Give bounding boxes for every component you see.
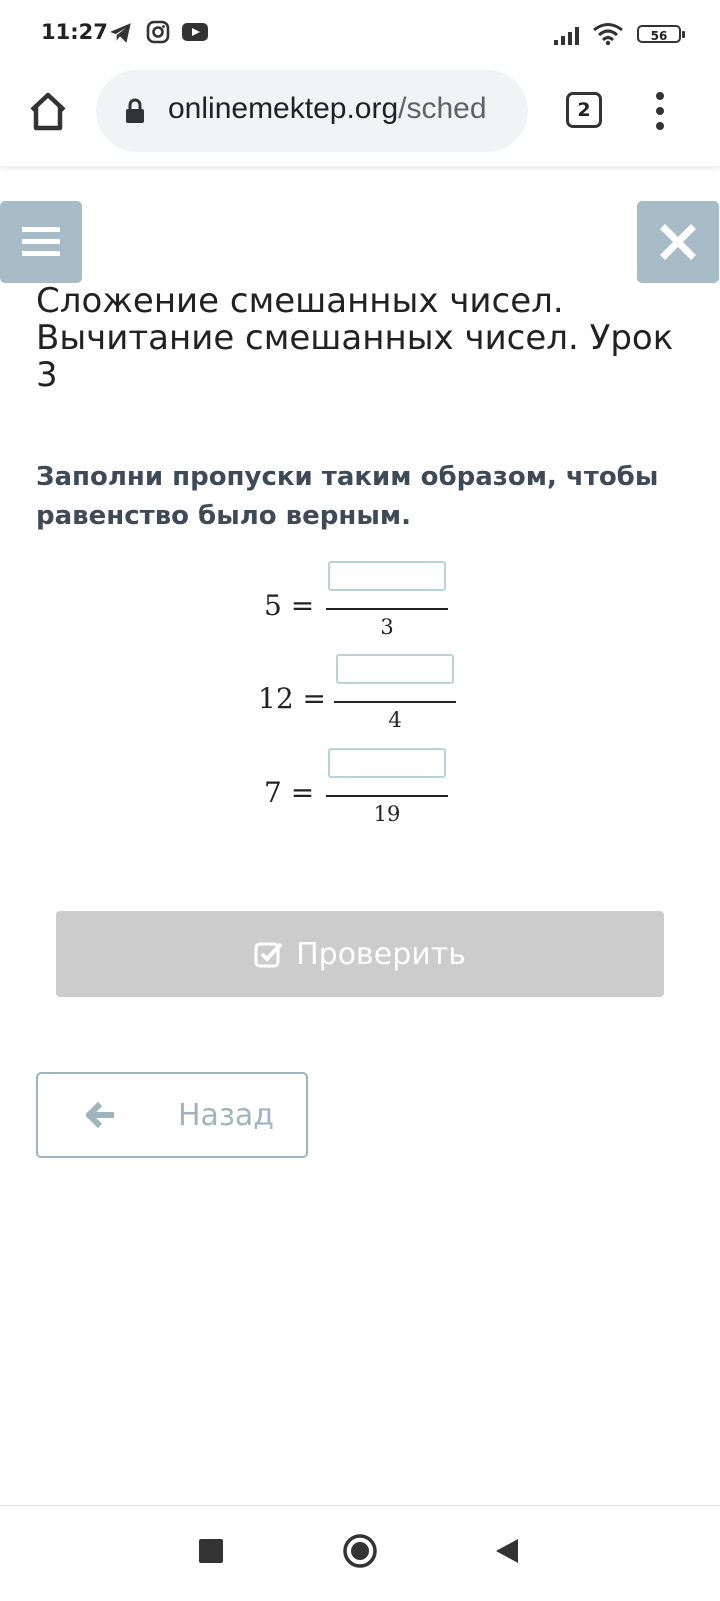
check-square-icon [254, 939, 284, 969]
numerator-input[interactable] [328, 561, 446, 591]
back-button-label: Назад [178, 1098, 275, 1133]
equation-row: 7 = 19 [258, 748, 458, 828]
fraction-bar [326, 795, 448, 797]
equation-row: 5 = 3 [258, 561, 458, 641]
status-time: 11:27 [41, 20, 108, 44]
home-nav-icon[interactable] [342, 1533, 378, 1573]
close-icon [660, 224, 696, 260]
page-title: Сложение смешанных чисел. Вычитание смеш… [36, 281, 674, 395]
tab-switcher-button[interactable]: 2 [566, 92, 602, 128]
recents-icon[interactable] [198, 1538, 224, 1568]
task-instruction: Заполни пропуски таким образом, чтобы ра… [36, 462, 659, 531]
numerator-input[interactable] [328, 748, 446, 778]
status-bar: 11:27 56 [0, 0, 720, 70]
instagram-icon [146, 20, 170, 48]
system-nav-bar [0, 1505, 720, 1601]
telegram-icon [108, 20, 134, 50]
url-text: onlinemektep.org/sched [168, 92, 487, 126]
back-button[interactable]: Назад [36, 1072, 308, 1158]
numerator-input[interactable] [336, 654, 454, 684]
url-path: /sched [398, 92, 487, 125]
signal-icon [553, 24, 583, 50]
fraction-bar [326, 608, 448, 610]
browser-toolbar: onlinemektep.org/sched 2 [0, 70, 720, 166]
equation-lhs: 5 = [264, 589, 315, 622]
denominator: 3 [380, 615, 394, 639]
check-button[interactable]: Проверить [56, 911, 664, 997]
address-bar[interactable]: onlinemektep.org/sched [96, 70, 528, 152]
check-button-label: Проверить [296, 936, 466, 972]
back-nav-icon[interactable] [494, 1537, 520, 1569]
lock-icon [124, 98, 146, 128]
wifi-icon [592, 22, 624, 50]
youtube-icon [181, 20, 209, 48]
denominator: 4 [388, 708, 402, 732]
url-domain: onlinemektep.org [168, 92, 399, 125]
battery-icon: 56 [637, 25, 685, 43]
equation-lhs: 12 = [258, 682, 326, 715]
fraction-bar [334, 701, 456, 703]
home-icon[interactable] [24, 88, 72, 136]
close-button[interactable] [637, 201, 719, 283]
equation-row: 12 = 4 [252, 654, 462, 734]
equation-lhs: 7 = [264, 776, 315, 809]
arrow-left-icon [84, 1100, 116, 1134]
denominator: 19 [373, 802, 401, 826]
menu-toggle-button[interactable] [0, 201, 82, 283]
more-options-icon[interactable] [648, 90, 672, 132]
hamburger-icon [22, 227, 60, 256]
